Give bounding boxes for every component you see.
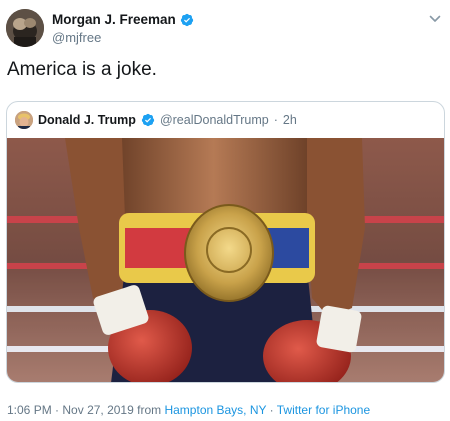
tweet-card: Morgan J. Freeman @mjfree America is a j… bbox=[0, 0, 450, 421]
footer-time[interactable]: 1:06 PM bbox=[7, 403, 52, 417]
chevron-down-icon[interactable] bbox=[428, 12, 442, 26]
author-name-row: Morgan J. Freeman bbox=[52, 12, 194, 27]
quoted-separator: · bbox=[273, 113, 278, 127]
quoted-time[interactable]: 2h bbox=[283, 113, 297, 127]
author-name[interactable]: Morgan J. Freeman bbox=[52, 12, 176, 27]
quoted-tweet[interactable]: Donald J. Trump @realDonaldTrump · 2h bbox=[6, 101, 445, 383]
boxer-image[interactable] bbox=[7, 138, 444, 383]
footer-separator-1: · bbox=[55, 403, 60, 417]
quoted-tweet-header: Donald J. Trump @realDonaldTrump · 2h bbox=[7, 102, 444, 138]
verified-badge-icon bbox=[141, 113, 155, 127]
tweet-footer: 1:06 PM · Nov 27, 2019 from Hampton Bays… bbox=[7, 403, 370, 417]
quoted-author-handle[interactable]: @realDonaldTrump bbox=[160, 113, 269, 127]
author-handle[interactable]: @mjfree bbox=[52, 30, 101, 45]
tweet-text: America is a joke. bbox=[7, 59, 157, 80]
verified-badge-icon bbox=[180, 13, 193, 26]
footer-from: from bbox=[137, 403, 162, 417]
footer-separator-2: · bbox=[269, 403, 274, 417]
quoted-author-avatar bbox=[15, 111, 33, 129]
quoted-author-name[interactable]: Donald J. Trump bbox=[38, 113, 136, 127]
footer-location[interactable]: Hampton Bays, NY bbox=[164, 403, 266, 417]
author-avatar[interactable] bbox=[6, 9, 44, 47]
footer-date[interactable]: Nov 27, 2019 bbox=[62, 403, 133, 417]
footer-source[interactable]: Twitter for iPhone bbox=[277, 403, 370, 417]
